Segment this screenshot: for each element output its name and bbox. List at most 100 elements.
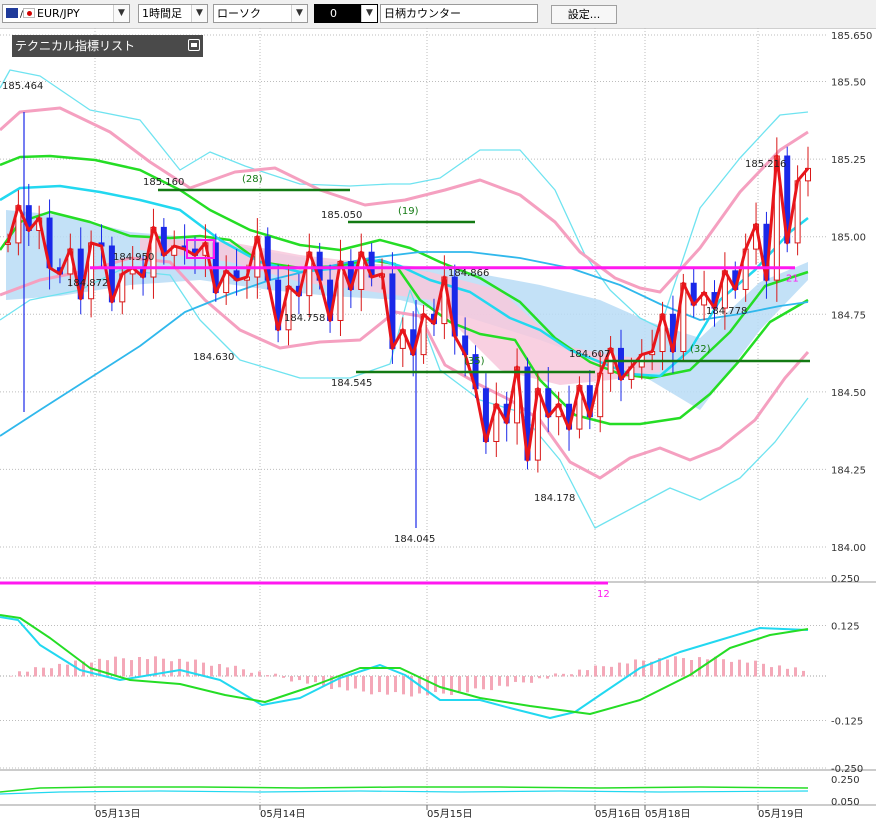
counter-label: 日柄カウンター [380, 4, 538, 23]
histogram-bar [610, 666, 613, 677]
level-tag: 12 [597, 589, 610, 600]
histogram-bar [754, 660, 757, 677]
y-axis-label: 184.25 [831, 465, 866, 476]
histogram-bar [10, 675, 13, 677]
histogram-bar [442, 676, 445, 694]
counter-label: (28) [242, 174, 263, 185]
histogram-bar [554, 673, 557, 677]
chart-style-select[interactable]: ローソク ▼ [213, 4, 308, 23]
technical-indicator-list-button[interactable]: テクニカル指標リスト [12, 35, 203, 57]
price-label: 184.045 [394, 534, 435, 545]
histogram-bar [170, 661, 173, 677]
histogram-bar [18, 671, 21, 677]
histogram-bar [762, 663, 765, 677]
chevron-down-icon[interactable]: ▼ [361, 5, 377, 22]
histogram-bar [794, 667, 797, 677]
histogram-bar [306, 676, 309, 684]
histogram-bar [786, 668, 789, 677]
price-label: 184.950 [113, 252, 154, 263]
histogram-bar [722, 659, 725, 677]
y-axis-label: -0.250 [831, 764, 863, 775]
jp-flag-icon [23, 8, 36, 18]
price-label: 184.872 [67, 278, 108, 289]
candle-body [5, 242, 11, 245]
histogram-bar [778, 665, 781, 677]
y-axis-label: -0.125 [831, 717, 863, 728]
x-axis-label: 05月14日 [260, 808, 305, 820]
chevron-down-icon[interactable]: ▼ [113, 5, 129, 22]
histogram-bar [530, 676, 533, 683]
histogram-bar [258, 671, 261, 677]
chevron-down-icon[interactable]: ▼ [291, 5, 307, 22]
y-axis-label: 0.250 [831, 775, 860, 786]
counter-select[interactable]: 0 ▼ [314, 4, 378, 23]
cloud-area [6, 210, 808, 410]
toolbar: / EUR/JPY ▼ 1時間足 ▼ ローソク ▼ 0 ▼ 日柄カウンター 設定.… [0, 0, 876, 29]
histogram-bar [746, 662, 749, 677]
histogram-bar [362, 676, 365, 692]
eu-flag-icon [6, 8, 18, 18]
y-axis-label: 0.250 [831, 574, 860, 585]
histogram-bar [498, 676, 501, 686]
counter-label: (19) [398, 206, 419, 217]
histogram-bar [402, 676, 405, 695]
timeframe-select[interactable]: 1時間足 ▼ [138, 4, 208, 23]
histogram-bar [538, 676, 541, 679]
histogram-bar [290, 676, 293, 682]
histogram-bar [514, 676, 517, 682]
histogram-bar [210, 665, 213, 677]
histogram-bar [186, 661, 189, 677]
price-label: 184.866 [448, 268, 489, 279]
level-tag: 21 [786, 274, 799, 285]
histogram-bar [114, 656, 117, 677]
x-axis-label: 05月19日 [758, 808, 803, 820]
histogram-bar [738, 659, 741, 677]
chevron-down-icon[interactable]: ▼ [191, 5, 207, 22]
sub-indicator-line [0, 790, 809, 795]
histogram-bar [594, 665, 597, 677]
x-axis-label: 05月13日 [95, 808, 140, 820]
histogram-bar [138, 657, 141, 677]
histogram-bar [242, 669, 245, 677]
histogram-bar [50, 668, 53, 677]
histogram-bar [586, 670, 589, 677]
y-axis-label: 184.50 [831, 388, 866, 399]
y-axis-label: 184.00 [831, 543, 866, 554]
oscillator-signal [0, 616, 809, 719]
symbol-select[interactable]: / EUR/JPY ▼ [2, 4, 130, 23]
histogram-bar [250, 672, 253, 677]
histogram-bar [226, 667, 229, 677]
histogram-bar [578, 669, 581, 677]
price-label: 185.050 [321, 210, 362, 221]
histogram-bar [354, 676, 357, 689]
histogram-bar [122, 658, 125, 677]
histogram-bar [234, 665, 237, 677]
histogram-bar [386, 676, 389, 695]
y-axis-label: 184.75 [831, 310, 866, 321]
settings-button[interactable]: 設定... [551, 5, 617, 24]
counter-label: (35) [464, 356, 485, 367]
histogram-bar [58, 663, 61, 677]
histogram-bar [66, 664, 69, 677]
histogram-bar [378, 676, 381, 693]
price-label: 184.758 [284, 313, 325, 324]
histogram-bar [298, 676, 301, 681]
y-axis-label: 0.125 [831, 622, 860, 633]
histogram-bar [730, 661, 733, 677]
histogram-bar [314, 676, 317, 683]
histogram-bar [490, 676, 493, 691]
price-chart[interactable]: 21 (28) (19) (35) (32) 185.464 185.160 185.050 1… [0, 28, 876, 820]
y-axis-label: 185.25 [831, 155, 866, 166]
histogram-bar [146, 659, 149, 677]
histogram-bar [602, 666, 605, 677]
price-label: 185.464 [2, 81, 43, 92]
y-axis-label: 185.650 [831, 31, 872, 42]
histogram-bar [506, 676, 509, 687]
technical-indicator-list-label: テクニカル指標リスト [15, 39, 136, 53]
window-restore-icon[interactable] [188, 39, 200, 51]
x-axis-label: 05月15日 [427, 808, 472, 820]
histogram-bar [802, 670, 805, 677]
histogram-bar [202, 662, 205, 677]
y-axis-label: 0.050 [831, 797, 860, 808]
histogram-bar [618, 662, 621, 677]
